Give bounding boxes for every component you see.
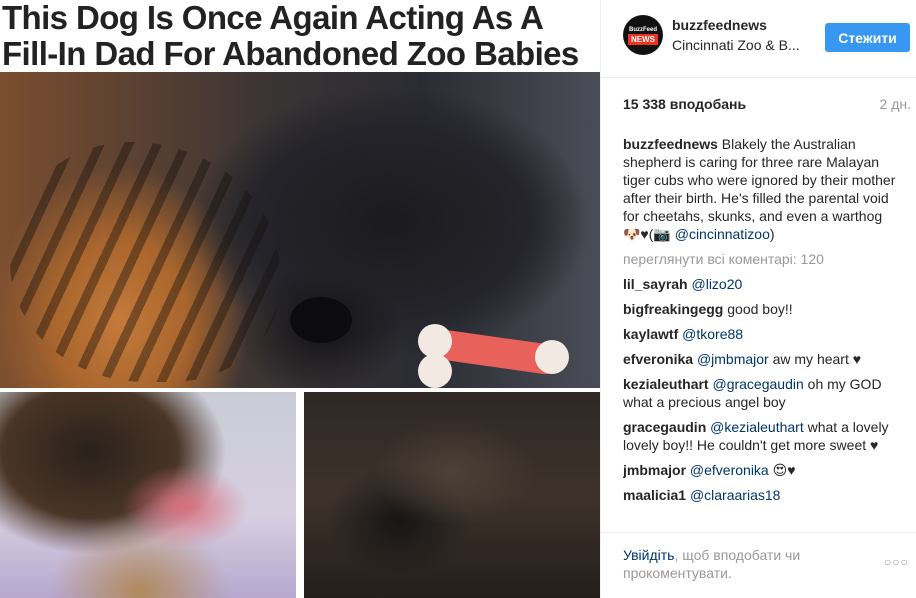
- chew-toy-end: [418, 354, 452, 388]
- image-headline: This Dog Is Once Again Acting As A Fill-…: [0, 0, 600, 72]
- comment-author[interactable]: efveronika: [623, 351, 693, 367]
- comment-author[interactable]: bigfreakingegg: [623, 301, 723, 317]
- caption-closing: ): [769, 226, 775, 242]
- tiger-cub-shape: [10, 142, 280, 382]
- comment-mention[interactable]: @gracegaudin: [712, 376, 803, 392]
- comment-text: aw my heart ♥: [772, 351, 862, 367]
- avatar-logo-bottom: NEWS: [628, 34, 658, 45]
- comment-mention[interactable]: @kezialeuthart: [710, 419, 804, 435]
- login-link[interactable]: Увійдіть: [623, 547, 674, 563]
- comment-author[interactable]: gracegaudin: [623, 419, 706, 435]
- post-image[interactable]: This Dog Is Once Again Acting As A Fill-…: [0, 0, 600, 598]
- avatar[interactable]: BuzzFeed NEWS: [623, 15, 663, 55]
- comment: bigfreakingegg good boy!!: [623, 300, 903, 318]
- headline-line-1: This Dog Is Once Again Acting As A: [2, 0, 544, 36]
- post-timestamp[interactable]: 2 дн.: [880, 96, 911, 112]
- comment-mention[interactable]: @tkore88: [682, 326, 743, 342]
- follow-button[interactable]: Стежити: [825, 23, 910, 52]
- caption-mention[interactable]: @cincinnatizoo: [675, 226, 770, 242]
- comment: jmbmajor @efveronika 😍♥: [623, 461, 903, 479]
- username-link[interactable]: buzzfeednews: [672, 17, 767, 33]
- comment: gracegaudin @kezialeuthart what a lovely…: [623, 418, 903, 454]
- login-prompt: Увійдіть, щоб вподобати чи прокоментуват…: [623, 546, 863, 582]
- likes-count[interactable]: 15 338 вподобань: [623, 96, 746, 112]
- dog-nose-shape: [290, 297, 352, 343]
- photo-dog-with-cheetah-cub: [0, 392, 296, 598]
- comment-mention[interactable]: @claraarias18: [690, 487, 780, 503]
- comment-author[interactable]: kezialeuthart: [623, 376, 709, 392]
- comment: kaylawtf @tkore88: [623, 325, 903, 343]
- photo-dog-with-tiger-cub: [0, 72, 600, 388]
- comment-mention[interactable]: @jmbmajor: [697, 351, 769, 367]
- comment: maalicia1 @claraarias18: [623, 486, 903, 504]
- headline-line-2: Fill-In Dad For Abandoned Zoo Babies: [2, 35, 579, 72]
- caption-author[interactable]: buzzfeednews: [623, 136, 718, 152]
- comment: efveronika @jmbmajor aw my heart ♥: [623, 350, 903, 368]
- post-header: BuzzFeed NEWS buzzfeednews Cincinnati Zo…: [601, 0, 916, 78]
- post-sidebar: BuzzFeed NEWS buzzfeednews Cincinnati Zo…: [600, 0, 916, 598]
- chew-toy-end: [535, 340, 569, 374]
- more-options-icon[interactable]: ○○○: [884, 555, 909, 569]
- comment: lil_sayrah @lizo20: [623, 275, 903, 293]
- likes-row: 15 338 вподобань 2 дн.: [623, 96, 911, 114]
- post-footer: Увійдіть, щоб вподобати чи прокоментуват…: [601, 532, 916, 598]
- photo-dog-with-warthog: [304, 392, 600, 598]
- post-caption: buzzfeednews Blakely the Australian shep…: [623, 135, 903, 243]
- comment-author[interactable]: lil_sayrah: [623, 276, 688, 292]
- comment-mention[interactable]: @efveronika: [690, 462, 769, 478]
- location-link[interactable]: Cincinnati Zoo & B...: [672, 37, 800, 53]
- comment-author[interactable]: jmbmajor: [623, 462, 686, 478]
- comments-list[interactable]: buzzfeednews Blakely the Australian shep…: [623, 135, 903, 530]
- comment-author[interactable]: maalicia1: [623, 487, 686, 503]
- avatar-logo-top: BuzzFeed: [628, 27, 657, 33]
- comment-author[interactable]: kaylawtf: [623, 326, 678, 342]
- chew-toy-end: [418, 324, 452, 358]
- comment-mention[interactable]: @lizo20: [692, 276, 743, 292]
- comment: kezialeuthart @gracegaudin oh my GOD wha…: [623, 375, 903, 411]
- view-all-comments-link[interactable]: переглянути всі коментарі: 120: [623, 250, 903, 268]
- comment-text: good boy!!: [727, 301, 793, 317]
- comment-text: 😍♥: [772, 462, 796, 478]
